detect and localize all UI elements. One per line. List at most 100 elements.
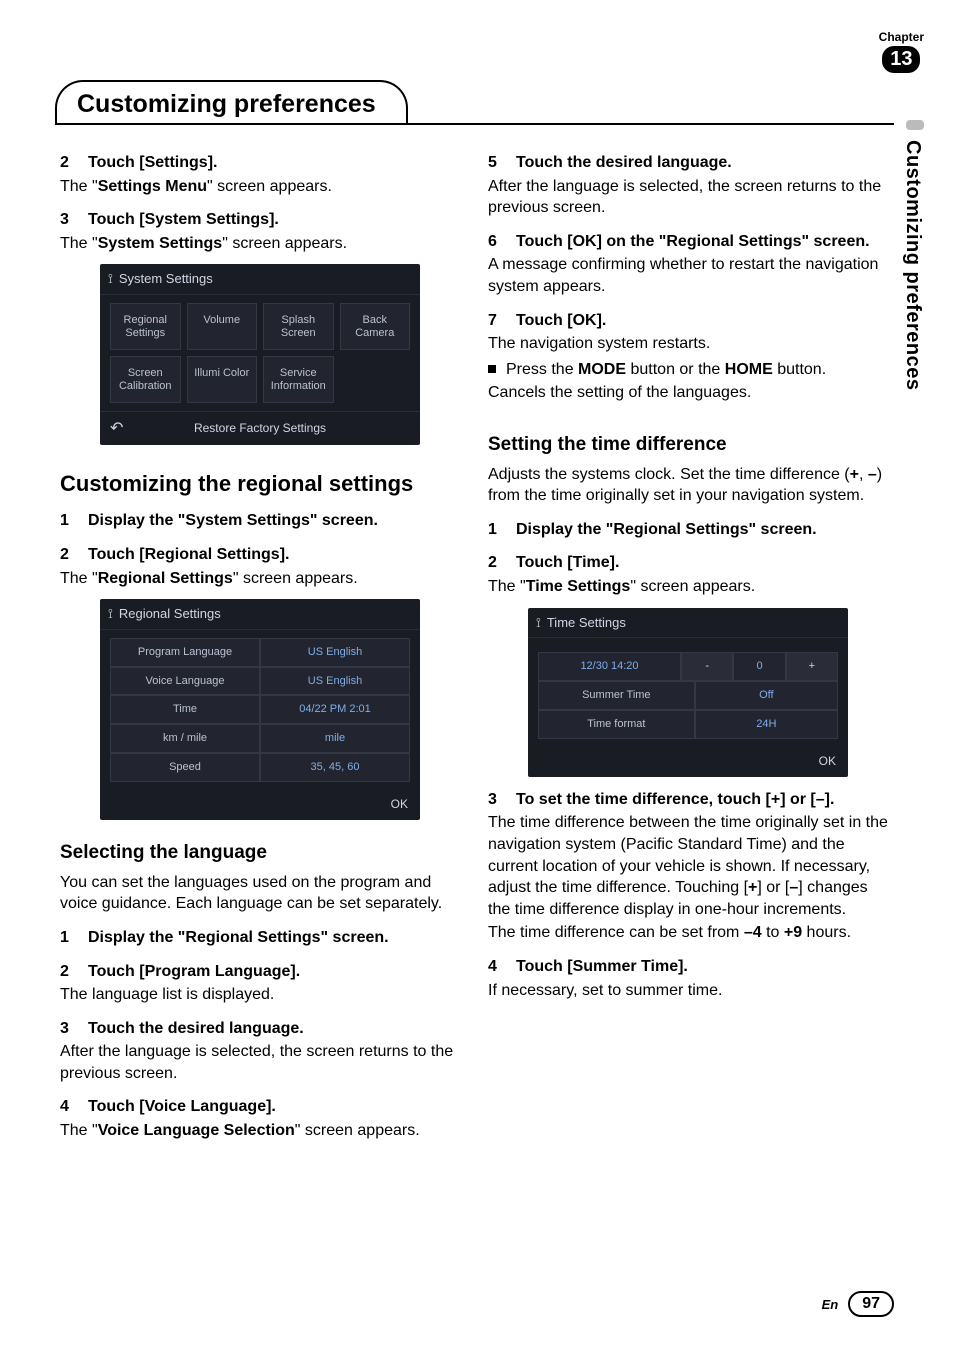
val-program-language[interactable]: US English bbox=[260, 638, 410, 667]
step-title: Touch [Summer Time]. bbox=[516, 958, 688, 975]
screenshot-title: Time Settings bbox=[547, 614, 626, 632]
step-2: 2Touch [Settings]. bbox=[60, 152, 460, 174]
tile-service-information[interactable]: Service Information bbox=[263, 356, 334, 403]
step-num: 3 bbox=[488, 789, 516, 811]
val-time[interactable]: 04/22 PM 2:01 bbox=[260, 695, 410, 724]
screenshot-time-settings: ⟟Time Settings 12/30 14:20 - 0 + Summer … bbox=[528, 608, 848, 777]
row-time[interactable]: Time bbox=[110, 695, 260, 724]
td-step-3-range: The time difference can be set from –4 t… bbox=[488, 922, 888, 944]
step-title: Touch the desired language. bbox=[516, 154, 732, 171]
sl-step-1: 1Display the "Regional Settings" screen. bbox=[60, 927, 460, 949]
val-summer-time[interactable]: Off bbox=[695, 681, 838, 710]
td-step-2: 2Touch [Time]. bbox=[488, 552, 888, 574]
ok-button[interactable]: OK bbox=[100, 790, 420, 820]
row-speed[interactable]: Speed bbox=[110, 753, 260, 782]
step-num: 6 bbox=[488, 231, 516, 253]
td-step-1: 1Display the "Regional Settings" screen. bbox=[488, 519, 888, 541]
sl-step-3: 3Touch the desired language. bbox=[60, 1018, 460, 1040]
tile-screen-calibration[interactable]: Screen Calibration bbox=[110, 356, 181, 403]
rs-step-1: 1Display the "System Settings" screen. bbox=[60, 510, 460, 532]
sl-step-4: 4Touch [Voice Language]. bbox=[60, 1096, 460, 1118]
screenshot-icon: ⟟ bbox=[536, 614, 541, 632]
sl-step-2: 2Touch [Program Language]. bbox=[60, 961, 460, 983]
step-title: Touch [Voice Language]. bbox=[88, 1098, 276, 1115]
screenshot-icon: ⟟ bbox=[108, 270, 113, 288]
sl-step-3-desc: After the language is selected, the scre… bbox=[60, 1041, 460, 1084]
restore-factory-settings[interactable]: Restore Factory Settings bbox=[194, 420, 326, 436]
heading-selecting-language: Selecting the language bbox=[60, 840, 460, 866]
td-step-3-desc: The time difference between the time ori… bbox=[488, 812, 888, 920]
val-voice-language[interactable]: US English bbox=[260, 667, 410, 696]
side-tab-marker bbox=[906, 120, 924, 130]
step-num: 3 bbox=[60, 1018, 88, 1040]
step-5: 5Touch the desired language. bbox=[488, 152, 888, 174]
step-7-bullet: Press the MODE button or the HOME button… bbox=[488, 359, 888, 381]
step-title: Touch the desired language. bbox=[88, 1020, 304, 1037]
step-title: Touch [Program Language]. bbox=[88, 963, 300, 980]
step-3: 3Touch [System Settings]. bbox=[60, 209, 460, 231]
val-time-format[interactable]: 24H bbox=[695, 710, 838, 739]
td-step-4: 4Touch [Summer Time]. bbox=[488, 956, 888, 978]
page-number: 97 bbox=[848, 1291, 894, 1317]
val-km-mile[interactable]: mile bbox=[260, 724, 410, 753]
td-step-2-desc: The "Time Settings" screen appears. bbox=[488, 576, 888, 598]
step-title: Touch [System Settings]. bbox=[88, 211, 279, 228]
step-num: 1 bbox=[60, 927, 88, 949]
title-underline bbox=[55, 123, 894, 125]
side-tab: Customizing preferences bbox=[901, 140, 924, 390]
td-step-3: 3To set the time difference, touch [+] o… bbox=[488, 789, 888, 811]
left-column: 2Touch [Settings]. The "Settings Menu" s… bbox=[60, 140, 460, 1142]
step-num: 4 bbox=[488, 956, 516, 978]
bullet-icon bbox=[488, 365, 496, 373]
step-3-desc: The "System Settings" screen appears. bbox=[60, 233, 460, 255]
tile-back-camera[interactable]: Back Camera bbox=[340, 303, 411, 350]
step-num: 1 bbox=[488, 519, 516, 541]
ok-button[interactable]: OK bbox=[528, 747, 848, 777]
step-title: Touch [Regional Settings]. bbox=[88, 546, 289, 563]
screenshot-title: Regional Settings bbox=[119, 605, 221, 623]
step-title: Touch [OK]. bbox=[516, 312, 606, 329]
step-num: 7 bbox=[488, 310, 516, 332]
row-time-format[interactable]: Time format bbox=[538, 710, 695, 739]
time-current: 12/30 14:20 bbox=[538, 652, 681, 681]
chapter-label: Chapter bbox=[879, 30, 924, 44]
time-plus-button[interactable]: + bbox=[786, 652, 838, 681]
step-num: 1 bbox=[60, 510, 88, 532]
row-program-language[interactable]: Program Language bbox=[110, 638, 260, 667]
step-2-desc: The "Settings Menu" screen appears. bbox=[60, 176, 460, 198]
step-title: Touch [Time]. bbox=[516, 554, 619, 571]
tile-splash-screen[interactable]: Splash Screen bbox=[263, 303, 334, 350]
sl-step-2-desc: The language list is displayed. bbox=[60, 984, 460, 1006]
step-num: 2 bbox=[60, 152, 88, 174]
step-num: 2 bbox=[60, 961, 88, 983]
screenshot-title: System Settings bbox=[119, 270, 213, 288]
language-code: En bbox=[822, 1297, 839, 1312]
row-km-mile[interactable]: km / mile bbox=[110, 724, 260, 753]
time-minus-button[interactable]: - bbox=[681, 652, 733, 681]
step-title: Touch [OK] on the "Regional Settings" sc… bbox=[516, 233, 870, 250]
td-step-4-desc: If necessary, set to summer time. bbox=[488, 980, 888, 1002]
screenshot-icon: ⟟ bbox=[108, 605, 113, 623]
time-diff-desc: Adjusts the systems clock. Set the time … bbox=[488, 464, 888, 507]
tile-volume[interactable]: Volume bbox=[187, 303, 258, 350]
back-icon[interactable]: ↶ bbox=[110, 418, 123, 440]
step-title: Display the "Regional Settings" screen. bbox=[88, 929, 389, 946]
heading-time-difference: Setting the time difference bbox=[488, 432, 888, 458]
page-title: Customizing preferences bbox=[55, 80, 408, 125]
step-6-desc: A message confirming whether to restart … bbox=[488, 254, 888, 297]
row-summer-time[interactable]: Summer Time bbox=[538, 681, 695, 710]
tile-regional-settings[interactable]: Regional Settings bbox=[110, 303, 181, 350]
heading-customizing-regional: Customizing the regional settings bbox=[60, 469, 460, 499]
sl-step-4-desc: The "Voice Language Selection" screen ap… bbox=[60, 1120, 460, 1142]
tile-illumi-color[interactable]: Illumi Color bbox=[187, 356, 258, 403]
step-num: 2 bbox=[488, 552, 516, 574]
step-num: 3 bbox=[60, 209, 88, 231]
screenshot-regional-settings: ⟟ Regional Settings Program LanguageUS En… bbox=[100, 599, 420, 820]
row-voice-language[interactable]: Voice Language bbox=[110, 667, 260, 696]
step-title: Display the "Regional Settings" screen. bbox=[516, 521, 817, 538]
step-7: 7Touch [OK]. bbox=[488, 310, 888, 332]
right-column: 5Touch the desired language. After the l… bbox=[488, 140, 888, 1142]
step-title: Display the "System Settings" screen. bbox=[88, 512, 378, 529]
val-speed[interactable]: 35, 45, 60 bbox=[260, 753, 410, 782]
step-6: 6Touch [OK] on the "Regional Settings" s… bbox=[488, 231, 888, 253]
